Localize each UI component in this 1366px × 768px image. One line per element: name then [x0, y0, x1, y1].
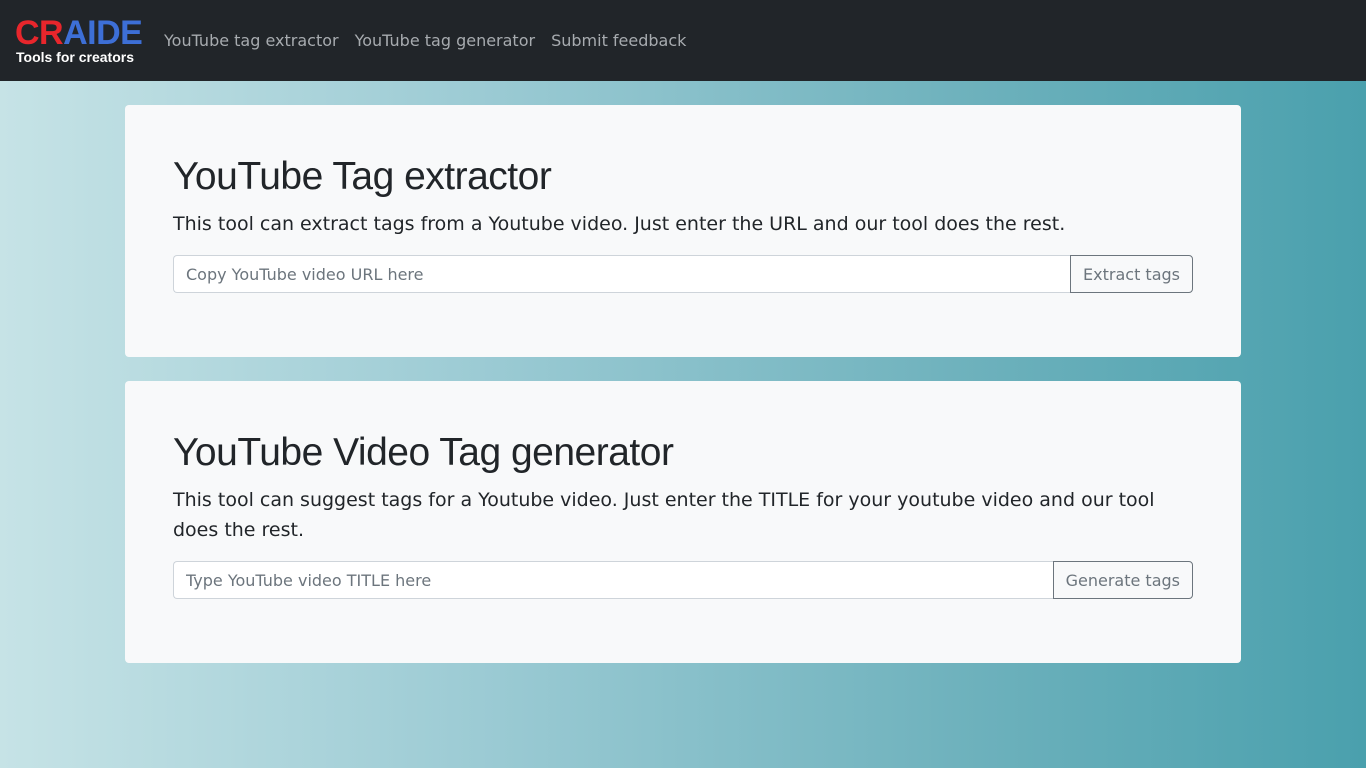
extract-tags-button[interactable]: Extract tags — [1070, 255, 1193, 293]
video-url-input[interactable] — [173, 255, 1071, 293]
tag-generator-form: Generate tags — [173, 561, 1193, 599]
generate-tags-button[interactable]: Generate tags — [1052, 561, 1193, 599]
top-navbar: CRAIDE Tools for creators YouTube tag ex… — [0, 0, 1366, 81]
tag-extractor-form: Extract tags — [173, 255, 1193, 293]
brand-tagline: Tools for creators — [16, 49, 134, 65]
nav-link-tag-extractor[interactable]: YouTube tag extractor — [164, 31, 339, 50]
brand-word-cr: CR — [15, 14, 64, 52]
tag-extractor-title: YouTube Tag extractor — [173, 155, 552, 198]
tag-extractor-description: This tool can extract tags from a Youtub… — [173, 213, 1066, 235]
nav-links: YouTube tag extractor YouTube tag genera… — [164, 0, 702, 81]
brand-logo[interactable]: CRAIDE Tools for creators — [15, 14, 143, 65]
tag-extractor-card: YouTube Tag extractor This tool can extr… — [125, 105, 1241, 357]
brand-word-aide: AIDE — [63, 14, 143, 52]
nav-link-tag-generator[interactable]: YouTube tag generator — [355, 31, 535, 50]
nav-link-submit-feedback[interactable]: Submit feedback — [551, 31, 686, 50]
brand-wordmark: CRAIDE — [15, 14, 143, 52]
tag-generator-title: YouTube Video Tag generator — [173, 431, 674, 474]
tag-generator-card: YouTube Video Tag generator This tool ca… — [125, 381, 1241, 663]
tag-generator-description: This tool can suggest tags for a Youtube… — [173, 489, 1155, 541]
video-title-input[interactable] — [173, 561, 1053, 599]
